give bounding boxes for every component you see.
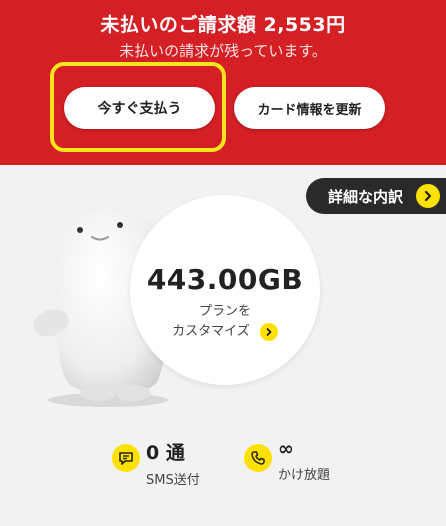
unpaid-message: 未払いの請求が残っています。 xyxy=(119,42,327,60)
data-amount: 443.00GB xyxy=(146,263,304,296)
pay-now-button[interactable]: 今すぐ支払う xyxy=(64,87,215,129)
phone-icon xyxy=(244,444,272,472)
plan-label: プランを xyxy=(198,304,251,319)
sms-stat: 0 通 SMS送付 xyxy=(112,438,200,488)
detail-breakdown-label: 詳細な内訳 xyxy=(328,187,404,206)
unpaid-amount-title: 未払いのご請求額 2,553円 xyxy=(100,14,346,36)
call-label: かけ放題 xyxy=(278,468,331,483)
chevron-right-icon xyxy=(416,184,440,208)
customize-plan-label: カスタマイズ xyxy=(172,324,250,339)
customize-plan-link[interactable]: カスタマイズ xyxy=(130,320,320,341)
detail-breakdown-button[interactable]: 詳細な内訳 xyxy=(306,178,446,214)
call-stat: ∞ かけ放題 xyxy=(244,438,330,483)
call-allowance: ∞ xyxy=(278,438,294,460)
data-usage-circle: 443.00GB プランを カスタマイズ xyxy=(130,195,320,385)
unpaid-banner: 未払いのご請求額 2,553円 未払いの請求が残っています。 今すぐ支払う カー… xyxy=(0,0,446,165)
chevron-right-icon xyxy=(259,322,278,341)
sms-label: SMS送付 xyxy=(146,473,200,488)
update-card-button[interactable]: カード情報を更新 xyxy=(234,87,385,129)
sms-icon xyxy=(112,444,140,472)
sms-count: 0 通 xyxy=(146,442,185,464)
